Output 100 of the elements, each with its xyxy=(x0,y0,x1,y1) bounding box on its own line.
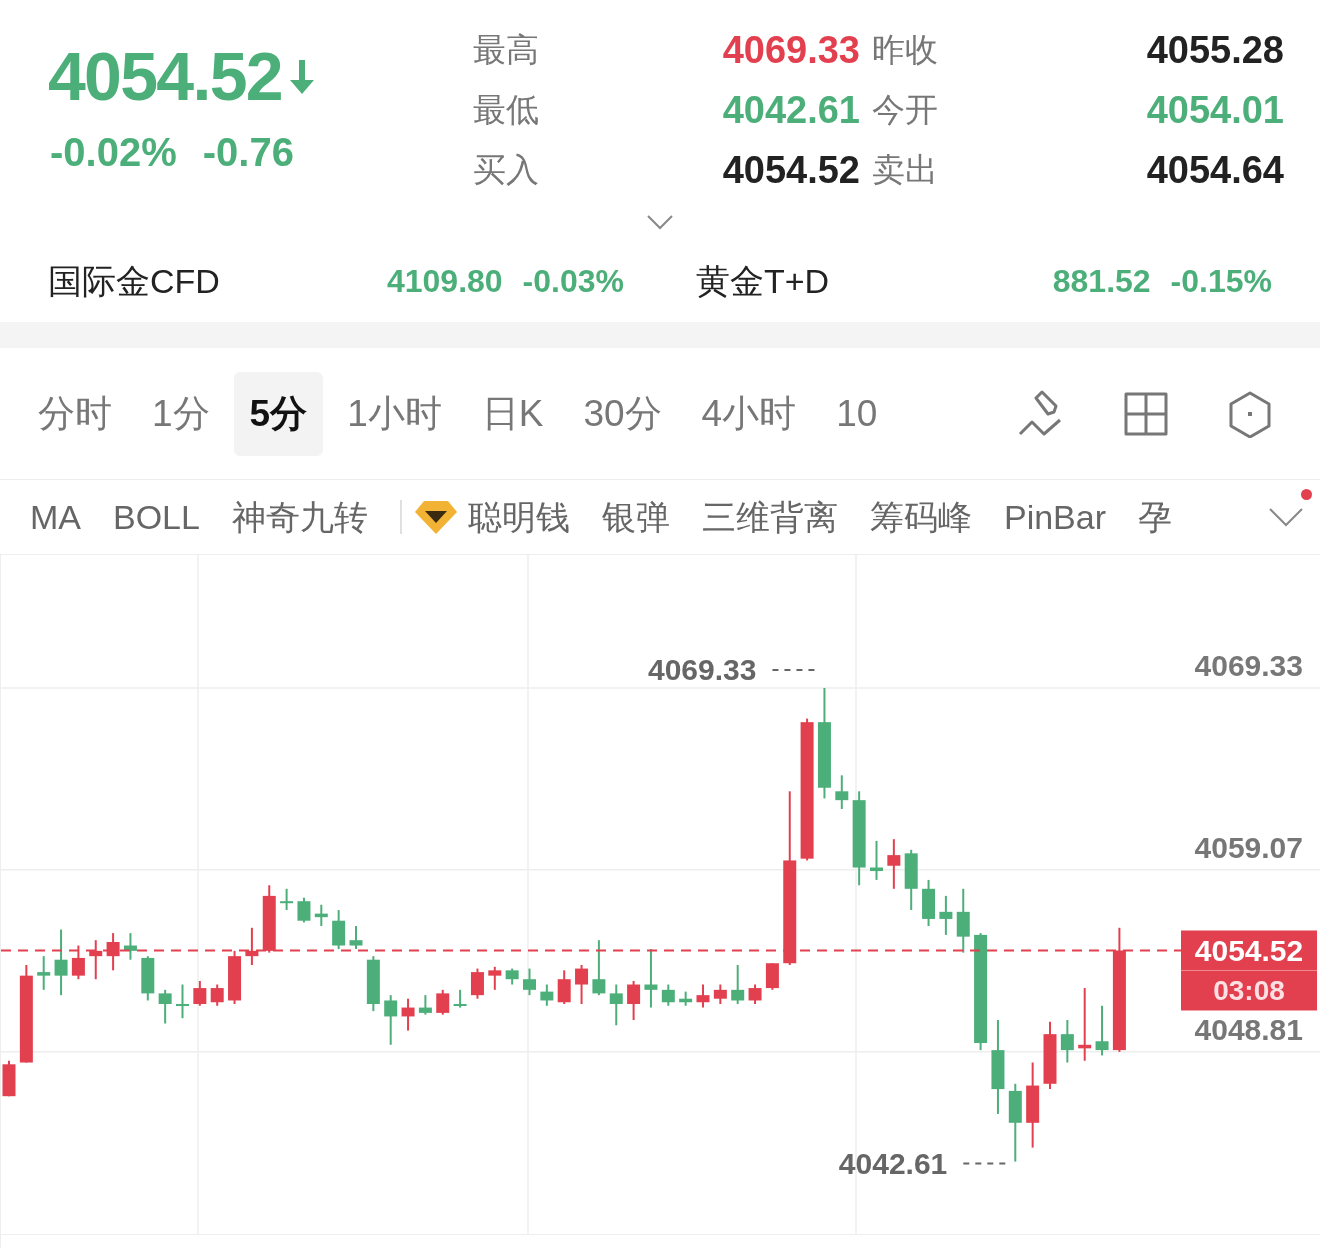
stat-value: 4069.33 xyxy=(721,28,860,72)
candlestick xyxy=(332,909,346,951)
period-tab[interactable]: 日K xyxy=(465,371,560,456)
change-percent: -0.02% xyxy=(50,130,177,174)
stat-value: 4055.28 xyxy=(1145,28,1284,72)
candlestick xyxy=(661,983,675,1007)
candlestick xyxy=(956,887,970,954)
candlestick xyxy=(228,949,242,1005)
annotation: 4042.61 xyxy=(838,1146,948,1180)
candlestick xyxy=(366,955,380,1013)
candlestick xyxy=(280,887,294,912)
candlestick xyxy=(679,990,693,1007)
price-annotation: 4042.61 xyxy=(838,1146,1009,1180)
indicator-tab[interactable]: 孕 xyxy=(1138,491,1172,543)
stat-value: 4054.52 xyxy=(721,148,860,192)
period-tab[interactable]: 5分 xyxy=(233,371,324,456)
candlestick xyxy=(54,928,68,997)
indicator-tab[interactable]: 银弹 xyxy=(601,491,670,543)
stat-label: 今开 xyxy=(872,90,939,130)
candlestick xyxy=(436,988,450,1016)
candlestick xyxy=(193,979,207,1007)
stat-value: 4042.61 xyxy=(721,88,860,132)
candlestick xyxy=(245,926,259,966)
candlestick xyxy=(470,967,484,1000)
candlestick xyxy=(696,983,710,1009)
stat-value: 4054.64 xyxy=(1145,148,1284,192)
axis-label: 4048.81 xyxy=(1194,1012,1303,1046)
period-tab[interactable]: 分时 xyxy=(22,371,128,456)
candlestick xyxy=(765,962,779,991)
candlestick xyxy=(123,932,137,961)
candlestick xyxy=(575,964,589,1005)
instrument-name: 黄金T+D xyxy=(696,261,830,302)
indicator-tab[interactable]: 神奇九转 xyxy=(231,491,368,543)
change-value: -0.76 xyxy=(202,130,294,174)
candlestick xyxy=(609,983,623,1027)
candlestick xyxy=(922,878,936,927)
diamond-icon xyxy=(413,499,458,535)
candlestick xyxy=(106,932,120,972)
candlestick xyxy=(297,896,311,924)
period-tab[interactable]: 10 xyxy=(820,371,894,456)
candlestick xyxy=(748,983,762,1005)
axis-label: 4069.33 xyxy=(1194,648,1303,682)
candlestick xyxy=(713,983,727,1005)
candlestick xyxy=(71,944,85,981)
stat-label: 卖出 xyxy=(872,150,939,190)
instrument-name: 国际金CFD xyxy=(48,261,220,302)
period-tab[interactable]: 1分 xyxy=(136,371,226,456)
period-tab[interactable]: 30分 xyxy=(567,371,678,456)
candlestick xyxy=(89,939,103,981)
candlestick xyxy=(314,903,328,927)
candlestick xyxy=(939,894,953,936)
axis-label: 4059.07 xyxy=(1194,830,1303,864)
period-tab[interactable]: 1小时 xyxy=(331,371,458,456)
instrument-change: -0.15% xyxy=(1170,262,1272,301)
annotation: 4069.33 xyxy=(648,652,757,686)
candlestick xyxy=(627,979,641,1021)
countdown-label: 03:08 xyxy=(1213,975,1285,1007)
candlestick xyxy=(835,774,849,811)
candlestick xyxy=(418,994,432,1016)
indicator-tab[interactable]: 三维背离 xyxy=(701,491,838,543)
candlestick xyxy=(731,964,745,1005)
indicator-tab[interactable]: 聪明钱 xyxy=(413,491,570,543)
candlestick xyxy=(523,967,536,997)
candlestick xyxy=(401,997,415,1032)
chevron-down-icon[interactable] xyxy=(647,214,673,230)
candlestick xyxy=(1095,1004,1109,1057)
stat-label: 买入 xyxy=(473,150,540,190)
candlestick xyxy=(384,994,398,1046)
candlestick xyxy=(1060,1018,1074,1064)
stat-label: 昨收 xyxy=(872,30,939,70)
candlestick xyxy=(540,983,554,1007)
candlestick xyxy=(37,955,51,991)
last-price: 4054.52 xyxy=(48,37,282,116)
indicator-tab[interactable]: MA xyxy=(30,491,81,543)
candlestick xyxy=(904,848,918,912)
candlestick xyxy=(210,983,224,1007)
stat-label: 最高 xyxy=(473,30,540,70)
stat-label: 最低 xyxy=(473,90,540,130)
chevron-down-icon[interactable] xyxy=(1269,507,1303,527)
candlestick xyxy=(1043,1020,1057,1091)
instrument-price: 881.52 xyxy=(1052,262,1151,301)
price-tag-label: 4054.52 xyxy=(1194,934,1304,968)
candlestick xyxy=(349,925,363,951)
candlestick xyxy=(488,965,502,991)
candlestick xyxy=(557,969,571,1005)
instrument-change: -0.03% xyxy=(522,262,624,301)
indicator-tab[interactable]: BOLL xyxy=(113,491,200,543)
price-annotation: 4069.33 xyxy=(648,652,818,686)
indicator-tab[interactable]: 筹码峰 xyxy=(869,491,972,543)
indicator-tab[interactable]: PinBar xyxy=(1003,491,1106,543)
period-tab[interactable]: 4小时 xyxy=(685,371,813,456)
candlestick xyxy=(262,884,276,954)
candlestick xyxy=(592,939,606,997)
stat-value: 4054.01 xyxy=(1145,88,1284,132)
candlestick xyxy=(644,948,658,1009)
candlestick xyxy=(887,838,901,890)
candlestick xyxy=(505,967,519,986)
candlestick xyxy=(2,1059,16,1098)
candlestick xyxy=(453,988,467,1009)
instrument-price: 4109.80 xyxy=(386,262,503,301)
